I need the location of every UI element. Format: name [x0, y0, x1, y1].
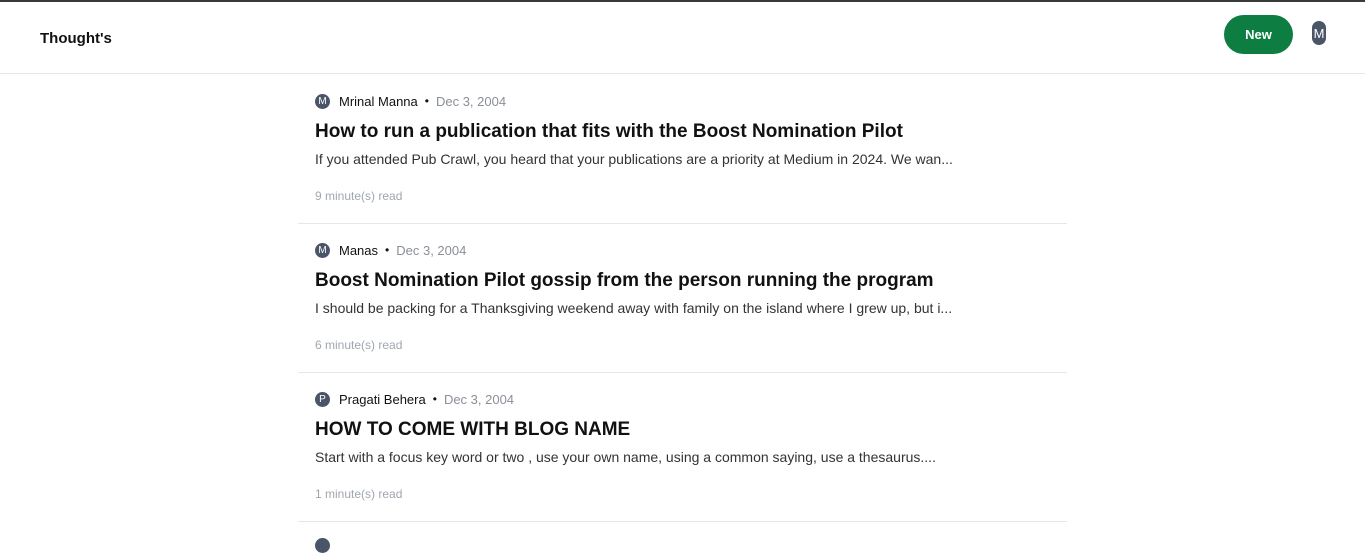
- meta-separator: •: [424, 94, 429, 108]
- read-time: 9 minute(s) read: [315, 189, 403, 203]
- post-card-partial[interactable]: [298, 522, 1067, 553]
- author-name[interactable]: Pragati Behera: [339, 392, 426, 407]
- meta-separator: •: [432, 392, 437, 406]
- post-meta: P Pragati Behera • Dec 3, 2004: [315, 390, 514, 408]
- post-feed: M Mrinal Manna • Dec 3, 2004 How to run …: [298, 75, 1067, 553]
- post-title[interactable]: Boost Nomination Pilot gossip from the p…: [315, 270, 934, 292]
- meta-separator: •: [385, 243, 390, 257]
- post-title[interactable]: How to run a publication that fits with …: [315, 121, 903, 143]
- author-avatar[interactable]: P: [315, 391, 330, 407]
- user-avatar[interactable]: M: [1312, 21, 1326, 45]
- post-meta: M Manas • Dec 3, 2004: [315, 241, 466, 259]
- post-excerpt[interactable]: I should be packing for a Thanksgiving w…: [315, 300, 952, 316]
- author-avatar[interactable]: [315, 538, 330, 553]
- read-time: 6 minute(s) read: [315, 338, 403, 352]
- post-card[interactable]: M Mrinal Manna • Dec 3, 2004 How to run …: [298, 75, 1067, 224]
- app-header: Thought's New M: [0, 2, 1365, 74]
- post-date: Dec 3, 2004: [435, 93, 507, 109]
- author-avatar[interactable]: M: [315, 242, 330, 258]
- post-date: Dec 3, 2004: [443, 391, 515, 407]
- post-date: Dec 3, 2004: [396, 242, 467, 258]
- post-card[interactable]: P Pragati Behera • Dec 3, 2004 HOW TO CO…: [298, 373, 1067, 522]
- brand-logo[interactable]: Thought's: [40, 30, 112, 47]
- post-excerpt[interactable]: If you attended Pub Crawl, you heard tha…: [315, 151, 953, 167]
- author-name[interactable]: Mrinal Manna: [339, 94, 418, 109]
- post-excerpt[interactable]: Start with a focus key word or two , use…: [315, 449, 936, 465]
- read-time: 1 minute(s) read: [315, 487, 403, 501]
- post-meta: M Mrinal Manna • Dec 3, 2004: [315, 92, 506, 110]
- author-name[interactable]: Manas: [339, 243, 378, 258]
- author-avatar[interactable]: M: [315, 93, 330, 109]
- post-title[interactable]: HOW TO COME WITH BLOG NAME: [315, 419, 630, 441]
- post-card[interactable]: M Manas • Dec 3, 2004 Boost Nomination P…: [298, 224, 1067, 373]
- new-post-button[interactable]: New: [1224, 15, 1293, 54]
